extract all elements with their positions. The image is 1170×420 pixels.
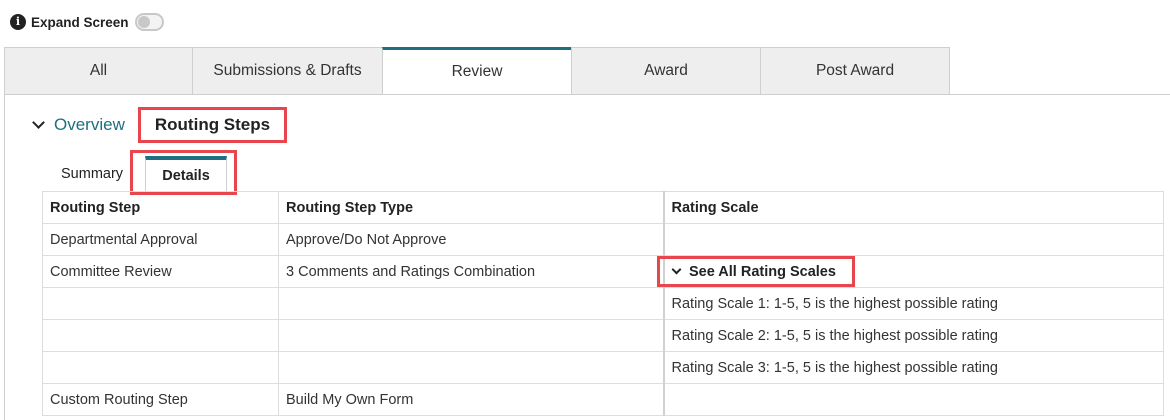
overview-toggle[interactable]: Overview [32, 112, 125, 138]
cell-routing-step-type: 3 Comments and Ratings Combination [278, 255, 665, 288]
cell-rating-scale: Rating Scale 3: 1-5, 5 is the highest po… [663, 351, 1164, 384]
cell-routing-step-type: Build My Own Form [278, 383, 665, 416]
cell-routing-step-type [278, 287, 665, 320]
chevron-down-icon[interactable] [32, 115, 45, 129]
cell-rating-scale: Rating Scale 2: 1-5, 5 is the highest po… [663, 319, 1164, 352]
chevron-down-icon [671, 264, 682, 274]
panel-border [4, 95, 5, 420]
table-header-row: Routing Step Routing Step Type Rating Sc… [42, 191, 1164, 224]
cell-routing-step: Departmental Approval [42, 223, 279, 256]
tab-all[interactable]: All [4, 47, 193, 95]
cell-rating-scale: Rating Scale 1: 1-5, 5 is the highest po… [663, 287, 1164, 320]
cell-routing-step: Committee Review [42, 255, 279, 288]
header-routing-step-type: Routing Step Type [278, 191, 665, 224]
tab-review[interactable]: Review [382, 47, 572, 95]
toggle-knob [137, 16, 150, 28]
tab-post-award[interactable]: Post Award [760, 47, 950, 95]
tab-submissions-drafts[interactable]: Submissions & Drafts [192, 47, 383, 95]
subtab-summary[interactable]: Summary [61, 166, 123, 182]
tabs-divider [4, 94, 1170, 95]
routing-steps-table: Routing Step Routing Step Type Rating Sc… [42, 191, 1164, 416]
subtab-details[interactable]: Details [145, 156, 227, 191]
table-row: Rating Scale 1: 1-5, 5 is the highest po… [42, 287, 1164, 320]
cell-routing-step [42, 287, 279, 320]
cell-routing-step-type: Approve/Do Not Approve [278, 223, 665, 256]
header-routing-step: Routing Step [42, 191, 279, 224]
expand-screen-toggle[interactable] [134, 13, 164, 31]
see-all-rating-scales-toggle[interactable]: See All Rating Scales [657, 256, 855, 287]
header-rating-scale: Rating Scale [663, 191, 1164, 224]
cell-routing-step-type [278, 351, 665, 384]
table-row: Departmental Approval Approve/Do Not App… [42, 223, 1164, 256]
table-row: Custom Routing Step Build My Own Form [42, 383, 1164, 416]
cell-routing-step [42, 351, 279, 384]
cell-rating-scale [663, 223, 1164, 256]
overview-link[interactable]: Overview [54, 115, 125, 135]
info-icon[interactable]: i [10, 14, 26, 30]
routing-steps-title: Routing Steps [138, 107, 287, 143]
table-row: Rating Scale 3: 1-5, 5 is the highest po… [42, 351, 1164, 384]
cell-rating-scale [663, 383, 1164, 416]
cell-routing-step [42, 319, 279, 352]
cell-routing-step: Custom Routing Step [42, 383, 279, 416]
expand-screen-label: Expand Screen [31, 14, 129, 30]
expand-screen-bar: i Expand Screen [10, 11, 164, 33]
table-row: Rating Scale 2: 1-5, 5 is the highest po… [42, 319, 1164, 352]
tab-award[interactable]: Award [571, 47, 761, 95]
see-all-rating-scales-label: See All Rating Scales [689, 263, 836, 280]
main-tabs: All Submissions & Drafts Review Award Po… [4, 47, 950, 95]
cell-routing-step-type [278, 319, 665, 352]
table-row: Committee Review 3 Comments and Ratings … [42, 255, 1164, 288]
